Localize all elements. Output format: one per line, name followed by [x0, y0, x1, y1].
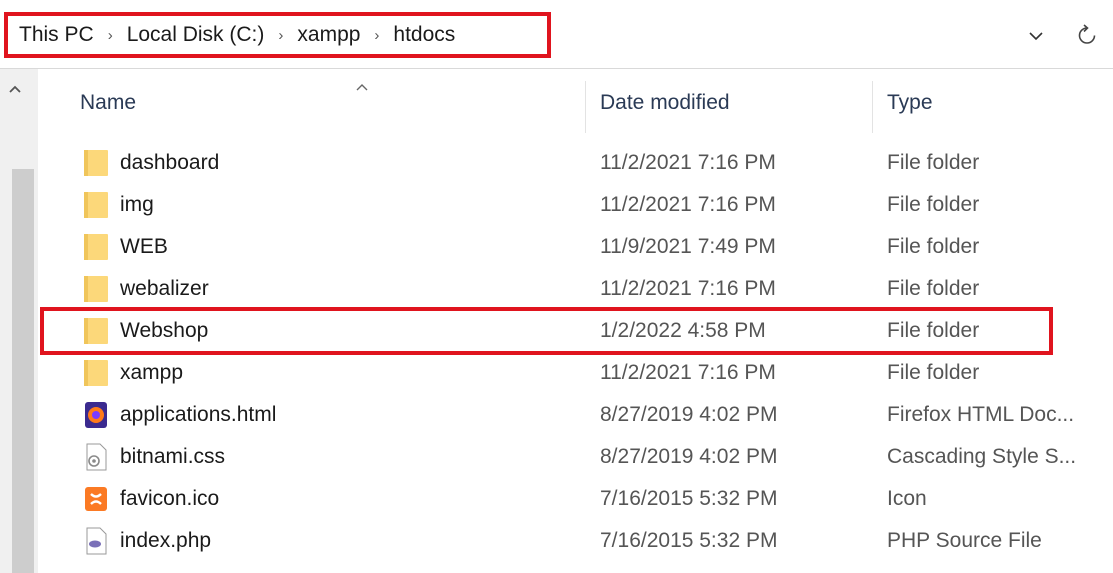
- scroll-up-button[interactable]: [4, 77, 26, 101]
- address-dropdown-button[interactable]: [1026, 26, 1046, 46]
- column-header-type[interactable]: Type: [887, 91, 933, 115]
- file-row[interactable]: webalizer 11/2/2021 7:16 PM File folder: [38, 268, 1113, 310]
- file-date: 11/2/2021 7:16 PM: [600, 151, 776, 174]
- file-name: bitnami.css: [120, 445, 226, 468]
- file-row[interactable]: applications.html 8/27/2019 4:02 PM Fire…: [38, 394, 1113, 436]
- file-row[interactable]: xampp 11/2/2021 7:16 PM File folder: [38, 352, 1113, 394]
- column-header-name[interactable]: Name: [80, 91, 136, 115]
- file-name: img: [120, 193, 154, 216]
- firefox-icon: [85, 402, 107, 428]
- file-type: File folder: [887, 151, 980, 174]
- file-type: File folder: [887, 193, 980, 216]
- file-name: applications.html: [120, 403, 277, 426]
- column-divider[interactable]: [872, 81, 873, 133]
- folder-icon: [84, 234, 108, 260]
- file-name: xampp: [120, 361, 184, 384]
- scroll-thumb[interactable]: [12, 169, 34, 573]
- php-file-icon: [86, 527, 107, 555]
- folder-icon: [84, 192, 108, 218]
- css-file-icon: [86, 443, 107, 471]
- column-header-date-modified[interactable]: Date modified: [600, 91, 730, 115]
- file-date: 8/27/2019 4:02 PM: [600, 445, 778, 468]
- file-name: webalizer: [120, 277, 209, 300]
- file-type: Icon: [887, 487, 927, 510]
- file-date: 11/9/2021 7:49 PM: [600, 235, 776, 258]
- file-type: File folder: [887, 361, 980, 384]
- column-headers: Name Date modified Type: [38, 69, 1113, 133]
- chevron-up-icon: [9, 85, 21, 93]
- column-divider[interactable]: [585, 81, 586, 133]
- xampp-icon: [85, 487, 107, 511]
- file-row[interactable]: bitnami.css 8/27/2019 4:02 PM Cascading …: [38, 436, 1113, 478]
- vertical-scrollbar[interactable]: [0, 69, 38, 573]
- address-bar[interactable]: This PC › Local Disk (C:) › xampp › htdo…: [0, 0, 1113, 69]
- sort-ascending-icon: [356, 84, 368, 91]
- file-type: PHP Source File: [887, 529, 1042, 552]
- refresh-icon: [1078, 24, 1096, 44]
- file-date: 11/2/2021 7:16 PM: [600, 193, 776, 216]
- file-row[interactable]: dashboard 11/2/2021 7:16 PM File folder: [38, 142, 1113, 184]
- file-row[interactable]: index.php 7/16/2015 5:32 PM PHP Source F…: [38, 520, 1113, 562]
- file-type: Firefox HTML Doc...: [887, 403, 1075, 426]
- file-row[interactable]: favicon.ico 7/16/2015 5:32 PM Icon: [38, 478, 1113, 520]
- file-row[interactable]: WEB 11/9/2021 7:49 PM File folder: [38, 226, 1113, 268]
- file-date: 11/2/2021 7:16 PM: [600, 361, 776, 384]
- file-date: 11/2/2021 7:16 PM: [600, 277, 776, 300]
- file-date: 7/16/2015 5:32 PM: [600, 529, 778, 552]
- refresh-button[interactable]: [1074, 22, 1100, 48]
- file-name: favicon.ico: [120, 487, 220, 510]
- webshop-highlight-box: [40, 307, 1053, 355]
- file-date: 7/16/2015 5:32 PM: [600, 487, 778, 510]
- file-row[interactable]: img 11/2/2021 7:16 PM File folder: [38, 184, 1113, 226]
- file-type: File folder: [887, 277, 980, 300]
- chevron-down-icon: [1029, 31, 1043, 40]
- file-name: index.php: [120, 529, 212, 552]
- file-date: 8/27/2019 4:02 PM: [600, 403, 778, 426]
- file-name: dashboard: [120, 151, 220, 174]
- file-type: File folder: [887, 235, 980, 258]
- folder-icon: [84, 150, 108, 176]
- folder-icon: [84, 360, 108, 386]
- breadcrumb-highlight-box: [4, 12, 551, 58]
- file-type: Cascading Style S...: [887, 445, 1077, 468]
- folder-icon: [84, 276, 108, 302]
- file-name: WEB: [120, 235, 168, 258]
